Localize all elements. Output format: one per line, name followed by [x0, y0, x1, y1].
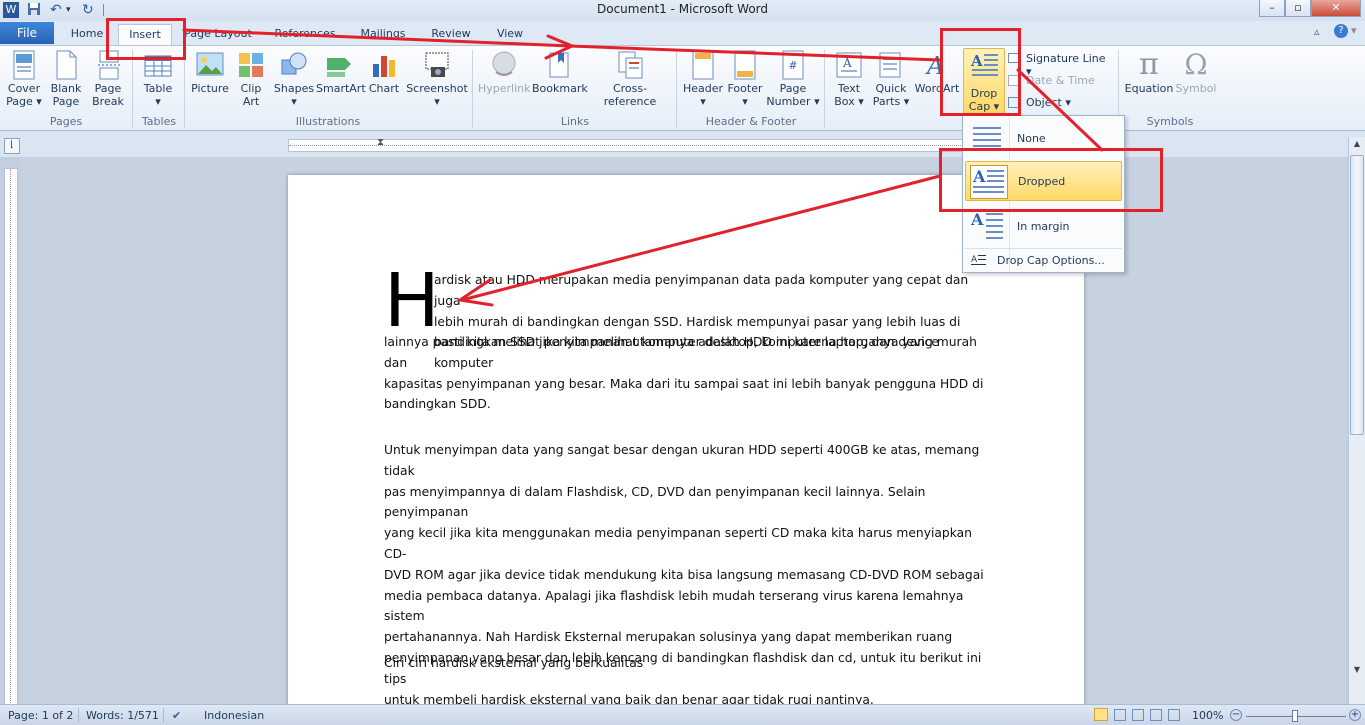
annotation-arrow-to-dropped [1016, 68, 1104, 152]
annotation-arrows [182, 28, 1104, 307]
annotation-arrow-to-text [460, 174, 942, 302]
annotation-arrow-to-drop-cap [182, 28, 942, 62]
